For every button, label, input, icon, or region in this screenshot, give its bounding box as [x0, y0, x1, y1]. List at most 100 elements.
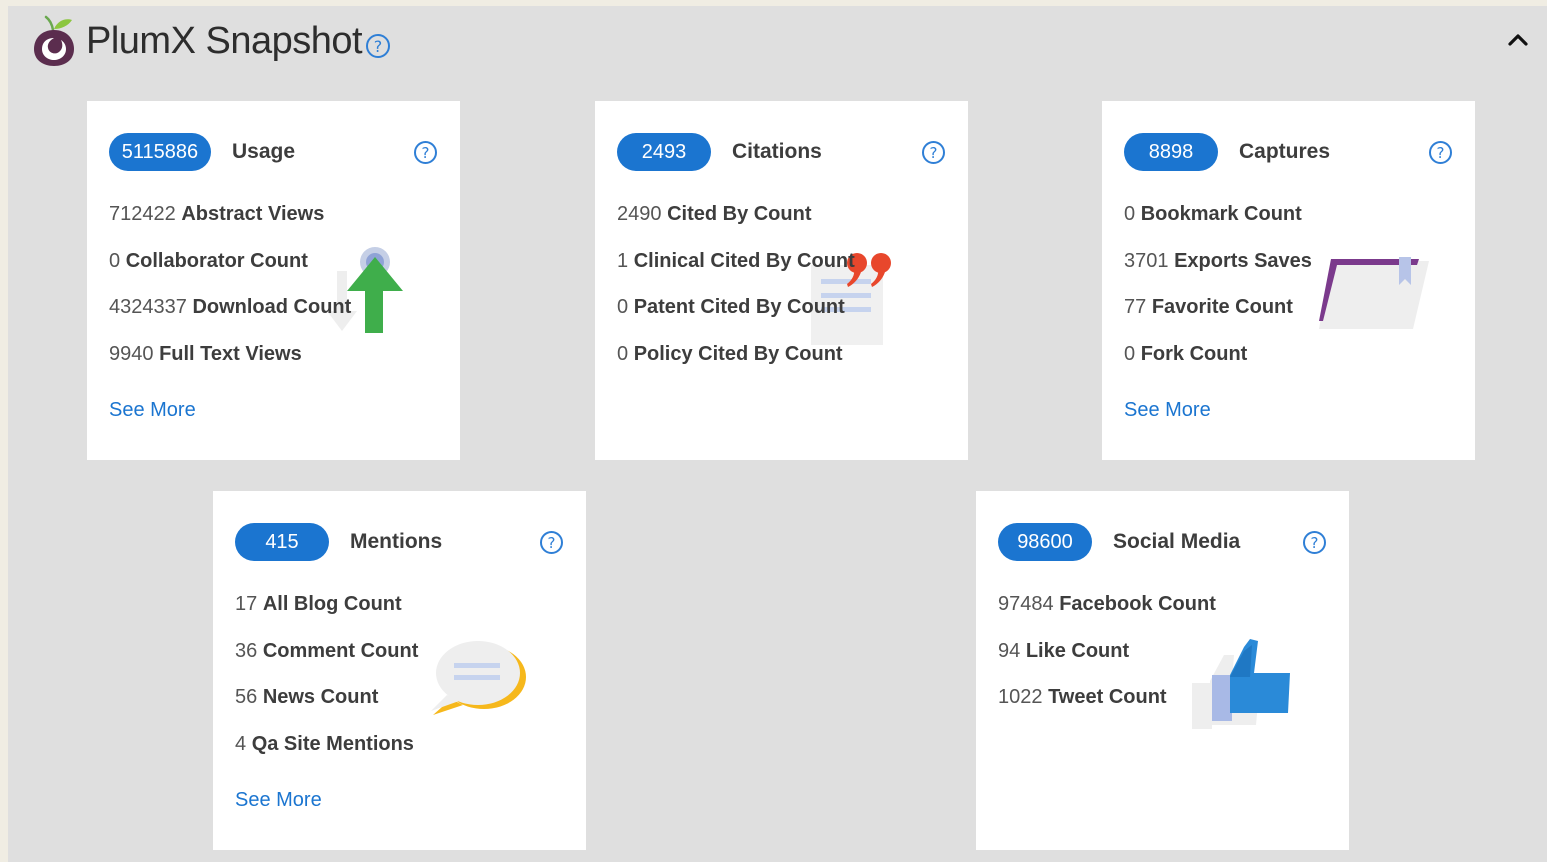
captures-metric-list: 0 Bookmark Count 3701 Exports Saves 77 F…: [1124, 201, 1312, 387]
usage-see-more-link[interactable]: See More: [109, 399, 196, 422]
list-item: 0 Bookmark Count: [1124, 201, 1312, 248]
captures-count-badge[interactable]: 8898: [1124, 133, 1218, 171]
metric-value: 0: [1124, 342, 1136, 365]
metric-value: 1022: [998, 686, 1043, 708]
citations-metric-list: 2490 Cited By Count 1 Clinical Cited By …: [617, 201, 855, 387]
list-item: 0 Collaborator Count: [109, 248, 351, 295]
list-item: 3701 Exports Saves: [1124, 248, 1312, 295]
metric-label: All Blog Count: [262, 593, 402, 615]
metric-value: 3701: [1124, 249, 1169, 272]
metric-label: Favorite Count: [1151, 296, 1293, 318]
usage-card-header: 5115886 Usage ?: [109, 133, 438, 171]
citations-category-label[interactable]: Citations: [732, 133, 822, 171]
list-item: 9940 Full Text Views: [109, 341, 351, 388]
svg-text:?: ?: [1311, 534, 1319, 552]
citations-count-badge[interactable]: 2493: [617, 133, 711, 171]
svg-text:?: ?: [548, 534, 556, 552]
metric-label: Facebook Count: [1059, 593, 1216, 615]
metric-label: Like Count: [1025, 639, 1130, 662]
citations-card-header: 2493 Citations ?: [617, 133, 946, 171]
bookmark-folder-icon: [1319, 257, 1429, 329]
svg-text:?: ?: [1437, 144, 1445, 162]
mentions-metric-list: 17 All Blog Count 36 Comment Count 56 Ne…: [235, 591, 418, 777]
usage-count-badge[interactable]: 5115886: [109, 133, 211, 171]
list-item: 17 All Blog Count: [235, 591, 418, 638]
question-circle-icon[interactable]: ?: [921, 140, 946, 165]
mentions-see-more-link[interactable]: See More: [235, 789, 322, 812]
social-media-category-label[interactable]: Social Media: [1113, 523, 1240, 561]
metric-label: Download Count: [192, 296, 352, 318]
metric-label: Fork Count: [1140, 342, 1248, 365]
list-item: 36 Comment Count: [235, 638, 418, 685]
metric-label: Cited By Count: [667, 203, 812, 225]
social-media-count-badge[interactable]: 98600: [998, 523, 1092, 561]
chevron-up-icon[interactable]: [1505, 28, 1531, 50]
widget-header: PlumX Snapshot ?: [8, 6, 1547, 86]
svg-text:?: ?: [374, 37, 383, 56]
question-circle-icon[interactable]: ?: [539, 530, 564, 555]
social-media-card: 98600 Social Media ? 97484 Facebook Coun…: [976, 491, 1349, 850]
metric-label: Full Text Views: [159, 342, 302, 365]
mentions-card: 415 Mentions ? 17 All Blog Count 36 Comm…: [213, 491, 586, 850]
plumx-logo-icon: [34, 15, 74, 66]
list-item: 77 Favorite Count: [1124, 294, 1312, 341]
list-item: 0 Policy Cited By Count: [617, 341, 855, 388]
metric-value: 94: [998, 639, 1021, 662]
metric-value: 0: [1124, 203, 1136, 225]
mentions-count-badge[interactable]: 415: [235, 523, 329, 561]
captures-category-label[interactable]: Captures: [1239, 133, 1330, 171]
metric-value: 2490: [617, 203, 662, 225]
plumx-snapshot-widget: PlumX Snapshot ? 5115886 Usage ? 712422 …: [8, 6, 1547, 862]
metric-value: 4: [235, 732, 247, 755]
list-item: 4324337 Download Count: [109, 294, 351, 341]
social-media-metric-list: 97484 Facebook Count 94 Like Count 1022 …: [998, 591, 1216, 731]
metric-value: 17: [235, 593, 258, 615]
metric-value: 36: [235, 639, 258, 662]
svg-text:?: ?: [930, 144, 938, 162]
metric-label: Exports Saves: [1174, 249, 1312, 272]
metric-label: Qa Site Mentions: [251, 732, 414, 755]
list-item: 94 Like Count: [998, 638, 1216, 685]
list-item: 1022 Tweet Count: [998, 684, 1216, 731]
metric-label: Clinical Cited By Count: [633, 249, 855, 272]
list-item: 712422 Abstract Views: [109, 201, 351, 248]
question-circle-icon[interactable]: ?: [1302, 530, 1327, 555]
question-circle-icon[interactable]: ?: [413, 140, 438, 165]
list-item: 0 Fork Count: [1124, 341, 1312, 388]
page-title: PlumX Snapshot: [86, 20, 363, 62]
metric-label: Tweet Count: [1048, 686, 1167, 708]
question-circle-icon[interactable]: ?: [1428, 140, 1453, 165]
metric-value: 1: [617, 249, 629, 272]
captures-see-more-link[interactable]: See More: [1124, 399, 1211, 422]
metric-label: News Count: [262, 686, 379, 708]
usage-card: 5115886 Usage ? 712422 Abstract Views 0 …: [87, 101, 460, 460]
captures-card-header: 8898 Captures ?: [1124, 133, 1453, 171]
metric-value: 77: [1124, 296, 1147, 318]
metric-value: 97484: [998, 593, 1054, 615]
metric-label: Collaborator Count: [125, 249, 308, 272]
metric-value: 0: [617, 342, 629, 365]
list-item: 97484 Facebook Count: [998, 591, 1216, 638]
metric-value: 56: [235, 686, 258, 708]
usage-metric-list: 712422 Abstract Views 0 Collaborator Cou…: [109, 201, 351, 387]
list-item: 1 Clinical Cited By Count: [617, 248, 855, 295]
metric-value: 4324337: [109, 296, 187, 318]
social-media-card-header: 98600 Social Media ?: [998, 523, 1327, 561]
mentions-category-label[interactable]: Mentions: [350, 523, 442, 561]
speech-bubble-icon: [431, 641, 526, 715]
metric-value: 712422: [109, 203, 176, 225]
metric-label: Patent Cited By Count: [633, 296, 845, 318]
svg-text:?: ?: [422, 144, 430, 162]
list-item: 0 Patent Cited By Count: [617, 294, 855, 341]
citations-card: 2493 Citations ? 2490 Cited By Count 1 C…: [595, 101, 968, 460]
metric-value: 0: [109, 249, 121, 272]
usage-category-label[interactable]: Usage: [232, 133, 295, 171]
metric-label: Bookmark Count: [1140, 203, 1302, 225]
metric-label: Abstract Views: [181, 203, 325, 225]
metric-value: 0: [617, 296, 629, 318]
metric-label: Policy Cited By Count: [633, 342, 843, 365]
metric-label: Comment Count: [262, 639, 419, 662]
captures-card: 8898 Captures ? 0 Bookmark Count 3701 Ex…: [1102, 101, 1475, 460]
list-item: 4 Qa Site Mentions: [235, 731, 418, 778]
question-circle-icon[interactable]: ?: [365, 33, 391, 59]
